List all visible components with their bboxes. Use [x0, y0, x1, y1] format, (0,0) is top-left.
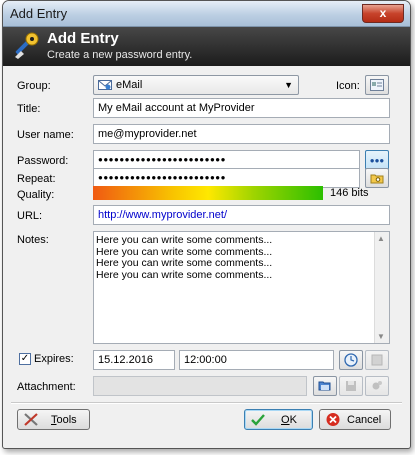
cancel-button[interactable]: Cancel — [319, 409, 391, 430]
icon-picker-button[interactable] — [365, 75, 389, 95]
group-label: Group: — [17, 80, 51, 92]
banner-title: Add Entry — [47, 30, 119, 47]
tools-label: Tools — [51, 414, 77, 426]
expires-checkbox[interactable]: ✓ — [19, 353, 31, 365]
clock-icon — [344, 353, 358, 367]
attachment-label: Attachment: — [17, 381, 76, 393]
chevron-down-icon: ▼ — [284, 80, 293, 90]
separator — [11, 402, 402, 404]
checkmark-icon — [251, 414, 265, 426]
cancel-label: Cancel — [347, 414, 382, 426]
dots-icon: ●●● — [369, 156, 385, 165]
quality-bits: 146 bits — [330, 187, 369, 199]
calendar-icon — [371, 354, 383, 366]
close-button[interactable]: x — [362, 4, 404, 23]
repeat-password-input[interactable]: ●●●●●●●●●●●●●●●●●●●●●●●● — [93, 168, 360, 188]
quality-bar — [93, 186, 323, 200]
notes-scrollbar[interactable]: ▲ ▼ — [374, 232, 389, 343]
notes-line: Here you can write some comments... — [96, 234, 273, 246]
password-label: Password: — [17, 155, 69, 167]
notes-label: Notes: — [17, 234, 49, 246]
expiry-calendar-button[interactable] — [365, 350, 389, 370]
disk-icon — [346, 381, 356, 391]
save-attachment-button[interactable] — [339, 376, 363, 396]
expires-date-input[interactable]: 15.12.2016 — [93, 350, 175, 370]
notes-line: Here you can write some comments... — [96, 268, 273, 281]
show-password-button[interactable]: ●●● — [365, 150, 389, 170]
group-select[interactable]: eMail ▼ — [93, 75, 299, 95]
card-icon — [370, 79, 384, 91]
cancel-icon — [326, 413, 340, 426]
url-input[interactable]: http://www.myprovider.net/ — [93, 205, 390, 225]
username-label: User name: — [17, 129, 74, 141]
icon-label: Icon: — [336, 80, 360, 92]
attachment-field — [93, 376, 307, 396]
group-value: eMail — [116, 79, 143, 91]
window-title: Add Entry — [10, 6, 68, 21]
add-entry-dialog: Add Entry x Add Entry Create a new passw… — [2, 0, 411, 449]
gears-icon — [372, 381, 382, 390]
banner-subtitle: Create a new password entry. — [47, 49, 193, 61]
checkmark-icon: ✓ — [20, 353, 30, 364]
ok-label: OK — [281, 414, 297, 426]
folder-key-icon — [370, 174, 384, 184]
url-label: URL: — [17, 210, 43, 222]
notes-line: Here you can write some comments... — [96, 257, 273, 269]
username-input[interactable]: me@myprovider.net — [93, 124, 390, 144]
password-input[interactable]: ●●●●●●●●●●●●●●●●●●●●●●●● — [93, 150, 360, 170]
expires-time-input[interactable]: 12:00:00 — [179, 350, 334, 370]
folder-open-icon — [318, 381, 331, 391]
key-pen-icon — [15, 32, 39, 59]
quality-label: Quality: — [17, 189, 55, 201]
notes-textarea[interactable]: Here you can write some comments... Here… — [93, 231, 390, 344]
expiry-presets-button[interactable] — [339, 350, 363, 370]
email-icon — [98, 80, 112, 90]
notes-content: Here you can write some comments... Here… — [96, 234, 273, 281]
scroll-up-icon[interactable]: ▲ — [377, 234, 385, 243]
banner: Add Entry Create a new password entry. — [3, 27, 410, 66]
scroll-down-icon[interactable]: ▼ — [377, 332, 385, 341]
tools-button[interactable]: Tools — [17, 409, 90, 430]
title-input[interactable]: My eMail account at MyProvider — [93, 98, 390, 118]
generate-password-button[interactable] — [365, 168, 389, 188]
ok-button[interactable]: OK — [244, 409, 313, 430]
title-label: Title: — [17, 103, 41, 115]
delete-attachment-button[interactable] — [365, 376, 389, 396]
tools-icon — [24, 413, 38, 426]
attach-file-button[interactable] — [313, 376, 337, 396]
repeat-label: Repeat: — [17, 173, 56, 185]
title-bar: Add Entry x — [3, 1, 410, 27]
expires-label: Expires: — [34, 353, 74, 365]
